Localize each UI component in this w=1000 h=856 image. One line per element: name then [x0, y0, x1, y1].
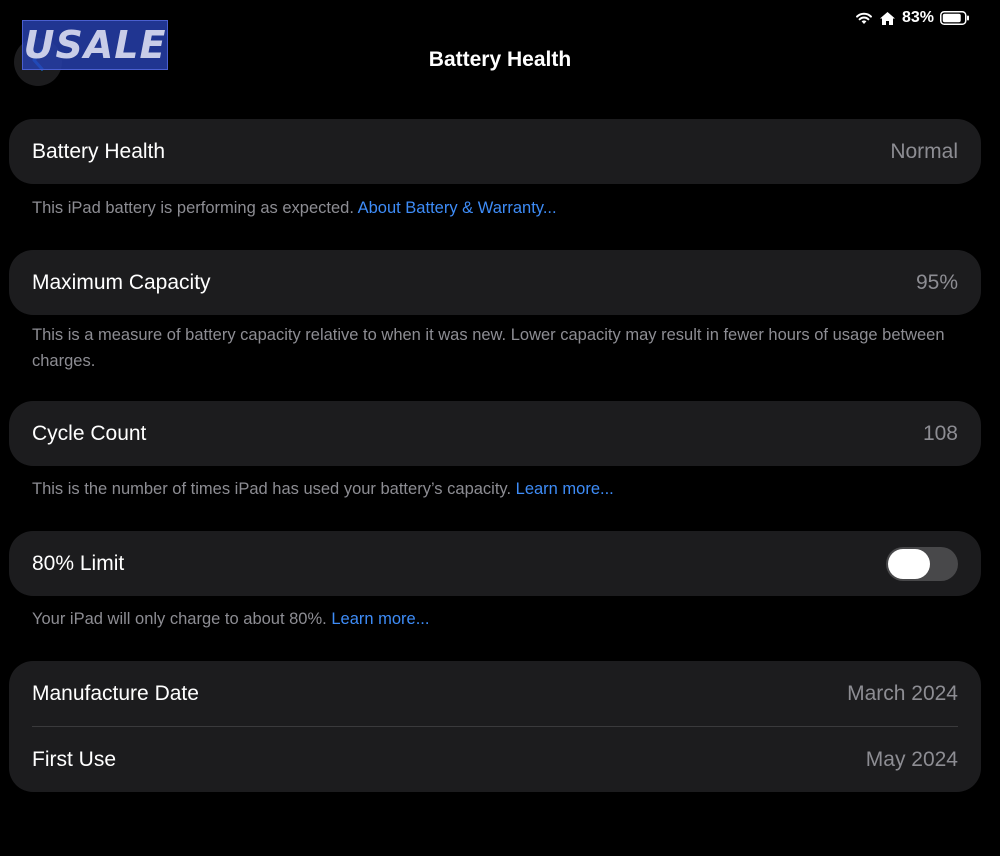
limit-80-footer: Your iPad will only charge to about 80%.… [32, 606, 952, 632]
cycle-count-learn-more-link[interactable]: Learn more... [516, 480, 614, 498]
toggle-knob [888, 548, 930, 579]
manufacture-date-value: March 2024 [847, 681, 958, 705]
max-capacity-label: Maximum Capacity [32, 270, 211, 294]
battery-health-label: Battery Health [32, 139, 166, 163]
max-capacity-card: Maximum Capacity 95% [9, 250, 981, 315]
manufacture-date-row: Manufacture Date March 2024 [9, 661, 981, 726]
cycle-count-label: Cycle Count [32, 421, 147, 445]
first-use-row: First Use May 2024 [9, 727, 981, 792]
first-use-label: First Use [32, 747, 116, 771]
cycle-count-row: Cycle Count 108 [9, 401, 981, 466]
battery-health-footer-text: This iPad battery is performing as expec… [32, 199, 354, 217]
home-icon [879, 11, 896, 26]
limit-80-footer-text: Your iPad will only charge to about 80%. [32, 610, 327, 628]
battery-health-value: Normal [890, 139, 958, 163]
cycle-count-footer-text: This is the number of times iPad has use… [32, 480, 512, 498]
manufacture-date-label: Manufacture Date [32, 681, 199, 705]
battery-percent: 83% [901, 9, 934, 26]
first-use-value: May 2024 [865, 747, 958, 771]
max-capacity-value: 95% [915, 270, 958, 294]
about-battery-warranty-link[interactable]: About Battery & Warranty... [358, 199, 557, 217]
limit-80-learn-more-link[interactable]: Learn more... [331, 610, 429, 628]
page-title: Battery Health [428, 48, 572, 71]
battery-icon [940, 11, 970, 25]
limit-80-toggle[interactable] [886, 546, 958, 581]
cycle-count-value: 108 [922, 421, 958, 445]
battery-health-footer: This iPad battery is performing as expec… [32, 195, 952, 221]
status-bar: 83% [855, 8, 970, 28]
dates-card: Manufacture Date March 2024 First Use Ma… [9, 661, 981, 792]
limit-80-card: 80% Limit [9, 531, 981, 596]
battery-health-row: Battery Health Normal [9, 119, 981, 184]
max-capacity-footer: This is a measure of battery capacity re… [32, 326, 945, 370]
cycle-count-footer: This is the number of times iPad has use… [32, 476, 952, 502]
cycle-count-card: Cycle Count 108 [9, 401, 981, 466]
max-capacity-row: Maximum Capacity 95% [9, 250, 981, 315]
wifi-icon [855, 11, 873, 25]
battery-health-card: Battery Health Normal [9, 119, 981, 184]
limit-80-row: 80% Limit [9, 531, 981, 596]
limit-80-label: 80% Limit [32, 551, 125, 575]
